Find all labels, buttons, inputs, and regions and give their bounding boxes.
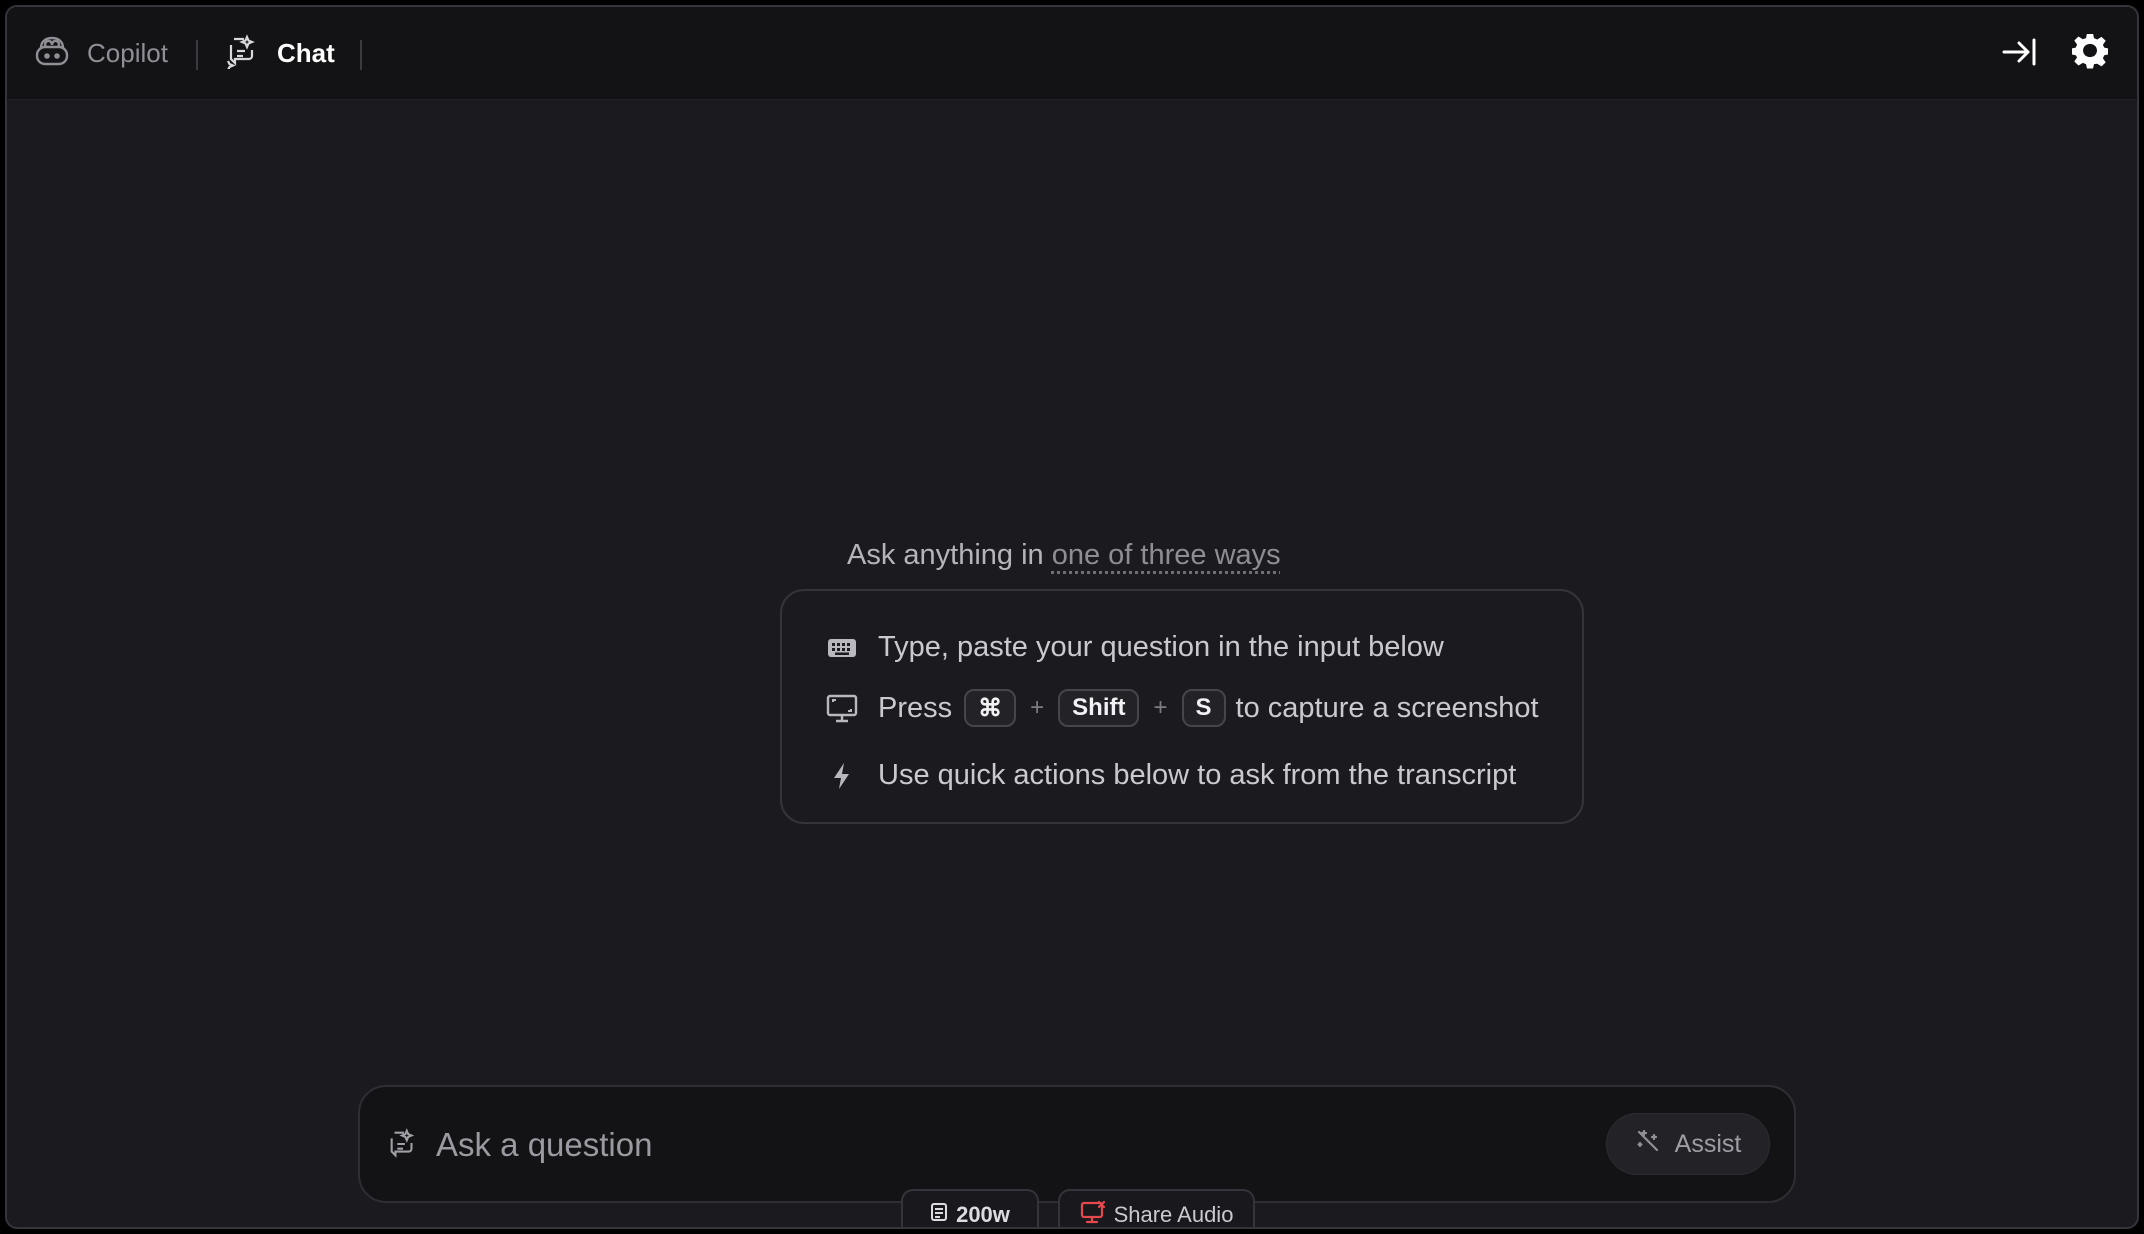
collapse-panel-icon [2001, 37, 2037, 72]
capture-text: to capture a screenshot [1235, 691, 1539, 724]
plus-sign: + [1153, 694, 1168, 721]
key-command: ⌘ [964, 689, 1017, 727]
top-bar: Copilot Chat [7, 7, 2137, 100]
share-audio-button[interactable]: Share Audio [1058, 1189, 1255, 1227]
monitor-icon [826, 693, 858, 723]
three-ways-link[interactable]: one of three ways [1052, 539, 1281, 571]
lightning-icon [826, 762, 858, 790]
chat-sparkle-icon [386, 1127, 420, 1166]
tab-chat-label: Chat [277, 37, 335, 68]
divider [360, 40, 362, 70]
way-quick-actions: Use quick actions below to ask from the … [826, 759, 1516, 792]
collapse-panel-button[interactable] [1998, 33, 2040, 75]
ways-card: Type, paste your question in the input b… [780, 589, 1584, 824]
word-count-label: 200w [956, 1202, 1010, 1227]
app-window: Copilot Chat Ask anything in one of thre… [5, 5, 2139, 1229]
tab-copilot-label: Copilot [87, 37, 168, 68]
key-shift: Shift [1058, 689, 1140, 727]
share-audio-label: Share Audio [1113, 1202, 1234, 1227]
divider [196, 40, 198, 70]
gear-icon [2070, 32, 2110, 75]
settings-button[interactable] [2069, 32, 2111, 75]
way-screenshot: Press ⌘ + Shift + S to capture a screens… [826, 689, 1539, 727]
tab-chat[interactable]: Chat [225, 7, 335, 99]
plus-sign: + [1030, 694, 1045, 721]
magic-wand-icon [1635, 1128, 1661, 1161]
screen-share-off-icon [1080, 1200, 1106, 1227]
assist-label: Assist [1674, 1129, 1742, 1158]
keyboard-icon [826, 637, 858, 659]
word-count-button[interactable]: 200w [901, 1189, 1039, 1227]
intro-text: Ask anything in one of three ways [847, 539, 1281, 572]
intro-prefix: Ask anything in [847, 539, 1052, 571]
tab-copilot[interactable]: Copilot [33, 7, 168, 99]
way-type: Type, paste your question in the input b… [826, 631, 1444, 664]
way-quick-text: Use quick actions below to ask from the … [878, 759, 1517, 791]
key-s: S [1181, 689, 1226, 727]
copilot-icon [33, 34, 71, 73]
way-type-text: Type, paste your question in the input b… [878, 631, 1444, 663]
chat-composer: Assist [358, 1085, 1796, 1203]
question-input[interactable] [434, 1115, 1438, 1175]
document-icon [930, 1202, 948, 1227]
assist-button[interactable]: Assist [1606, 1113, 1770, 1175]
press-label: Press [878, 691, 953, 724]
chat-sparkle-icon [225, 33, 261, 74]
